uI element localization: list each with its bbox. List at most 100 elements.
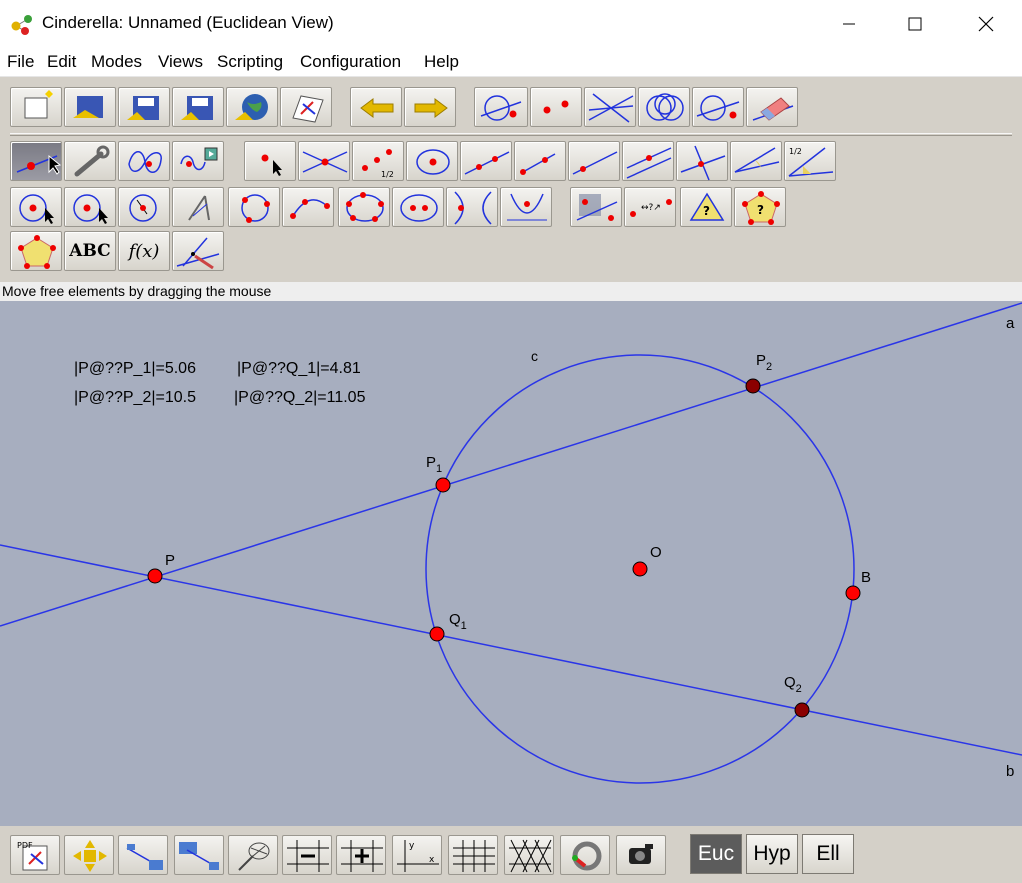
zoom-in-button[interactable] [118, 835, 168, 875]
circle-by-center-button[interactable] [64, 187, 116, 227]
open-file-button[interactable] [64, 87, 116, 127]
circle-by-radius-button[interactable] [10, 187, 62, 227]
pdf-export-button[interactable]: PDF [10, 835, 60, 875]
point-p2[interactable] [745, 378, 761, 394]
new-document-button[interactable] [10, 87, 62, 127]
select-circles-button[interactable] [638, 87, 690, 127]
circle-by-point-button[interactable] [406, 141, 458, 181]
half-angle-button[interactable]: 1/2 [784, 141, 836, 181]
hyperbolic-mode-button[interactable]: Hyp [746, 834, 798, 874]
point-b[interactable] [845, 585, 861, 601]
locus-button[interactable] [118, 141, 170, 181]
square-grid-button[interactable] [448, 835, 498, 875]
measurement-p-q2: |P@??Q_2|=11.05 [234, 389, 366, 406]
menu-file[interactable]: File [7, 52, 34, 72]
geometry-canvas[interactable]: |P@??P_1|=5.06 |P@??Q_1|=4.81 |P@??P_2|=… [0, 301, 1022, 826]
window-title: Cinderella: Unnamed (Euclidean View) [42, 13, 334, 32]
segment-measure-button[interactable] [172, 231, 224, 271]
hyperbola-button[interactable] [446, 187, 498, 227]
select-points-icon [543, 100, 569, 114]
triangle-grid-icon [509, 839, 552, 873]
compass-button[interactable] [172, 187, 224, 227]
perpendicular-button[interactable] [676, 141, 728, 181]
point-q1[interactable] [429, 626, 445, 642]
point-p[interactable] [147, 568, 163, 584]
snap-button[interactable] [560, 835, 610, 875]
menu-edit[interactable]: Edit [47, 52, 76, 72]
zoom-out-button[interactable] [174, 835, 224, 875]
elliptic-mode-button[interactable]: Ell [802, 834, 854, 874]
transform-button[interactable] [570, 187, 622, 227]
axes-button[interactable]: yx [392, 835, 442, 875]
minimize-icon [843, 23, 855, 25]
save-icon [127, 96, 159, 120]
eraser-button[interactable] [746, 87, 798, 127]
euclidean-mode-button[interactable]: Euc [690, 834, 742, 874]
arc-button[interactable] [282, 187, 334, 227]
function-button[interactable]: f(x) [118, 231, 170, 271]
parabola-button[interactable] [500, 187, 552, 227]
line-through-point-button[interactable] [568, 141, 620, 181]
distance-button[interactable]: ↔?↗ [624, 187, 676, 227]
point-p1[interactable] [435, 477, 451, 493]
save-as-button[interactable] [172, 87, 224, 127]
distance-icon: ↔?↗ [630, 199, 672, 217]
minimize-button[interactable] [826, 0, 872, 48]
wrench-button[interactable] [64, 141, 116, 181]
conic-five-points-button[interactable] [338, 187, 390, 227]
menu-help[interactable]: Help [424, 52, 459, 72]
undo-button[interactable] [350, 87, 402, 127]
circle-by-three-points-button[interactable] [228, 187, 280, 227]
animation-button[interactable] [172, 141, 224, 181]
intersection-button[interactable] [298, 141, 350, 181]
function-tool-label: f(x) [128, 240, 160, 262]
select-all-button[interactable] [474, 87, 528, 127]
deselect-button[interactable] [692, 87, 744, 127]
select-points-button[interactable] [530, 87, 582, 127]
close-icon [978, 16, 994, 32]
angle-measure-button[interactable]: ? [680, 187, 732, 227]
menu-scripting[interactable]: Scripting [217, 52, 283, 72]
parallel-button[interactable] [622, 141, 674, 181]
text-button[interactable]: ABC [64, 231, 116, 271]
line-through-points-button[interactable] [460, 141, 512, 181]
move-mode-icon [16, 154, 62, 175]
redo-button[interactable] [404, 87, 456, 127]
polygon-button[interactable] [10, 231, 62, 271]
add-point-button[interactable] [244, 141, 296, 181]
hyperbola-icon [454, 191, 492, 225]
label-point-b: B [861, 569, 871, 586]
grid-fine-button[interactable] [336, 835, 386, 875]
select-all-icon [480, 95, 522, 121]
midpoint-button[interactable]: 1/2 [352, 141, 404, 181]
net-button[interactable] [228, 835, 278, 875]
segment-button[interactable] [514, 141, 566, 181]
ellipse-button[interactable] [392, 187, 444, 227]
select-lines-button[interactable] [584, 87, 636, 127]
label-point-p2-letter: P [756, 352, 766, 369]
save-button[interactable] [118, 87, 170, 127]
close-button[interactable] [963, 0, 1009, 48]
menu-modes[interactable]: Modes [91, 52, 142, 72]
print-button[interactable] [280, 87, 332, 127]
grid-coarse-button[interactable] [282, 835, 332, 875]
triangle-grid-button[interactable] [504, 835, 554, 875]
camera-button[interactable] [616, 835, 666, 875]
compass-circle-button[interactable] [118, 187, 170, 227]
toolbar-separator [10, 133, 1012, 136]
move-mode-button[interactable] [10, 141, 62, 181]
move-view-button[interactable] [64, 835, 114, 875]
point-q2[interactable] [794, 702, 810, 718]
menu-views[interactable]: Views [158, 52, 203, 72]
label-point-q1-letter: Q [449, 611, 461, 628]
bottom-toolbar: PDF yx Euc Hyp Ell [0, 826, 1022, 883]
svg-text:PDF: PDF [17, 841, 33, 850]
polygon-measure-button[interactable]: ? [734, 187, 786, 227]
export-web-button[interactable] [226, 87, 278, 127]
construction-drawing[interactable]: |P@??P_1|=5.06 |P@??Q_1|=4.81 |P@??P_2|=… [0, 301, 1022, 826]
point-o[interactable] [632, 561, 648, 577]
label-point-p: P [165, 552, 175, 569]
angle-bisector-button[interactable] [730, 141, 782, 181]
maximize-button[interactable] [892, 0, 938, 48]
menu-configuration[interactable]: Configuration [300, 52, 401, 72]
